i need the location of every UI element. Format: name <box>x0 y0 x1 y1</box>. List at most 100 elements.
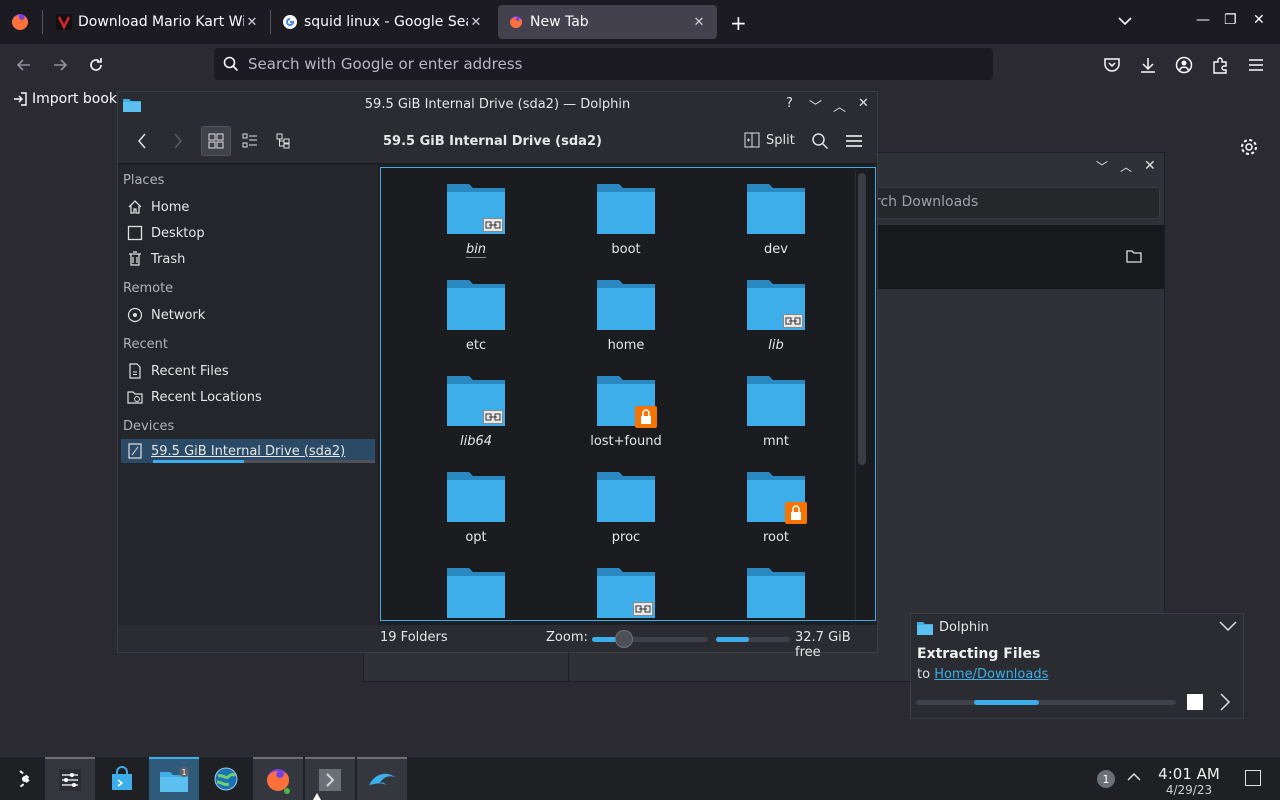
places-item-recent-locations[interactable]: Recent Locations <box>127 385 372 409</box>
places-item-internal-drive[interactable]: 59.5 GiB Internal Drive (sda2) <box>121 439 375 463</box>
tab-new-tab[interactable]: New Tab ✕ <box>498 5 717 39</box>
details-view-button[interactable] <box>269 126 299 156</box>
home-icon <box>128 200 142 214</box>
icons-view-button[interactable] <box>201 126 231 156</box>
folder-item[interactable]: root <box>701 470 851 566</box>
minimize-icon[interactable]: — <box>1196 12 1210 28</box>
list-all-tabs-icon[interactable] <box>1116 12 1134 30</box>
close-tab-icon[interactable]: ✕ <box>468 15 484 30</box>
folder-graphic <box>597 566 655 618</box>
chevron-down-icon[interactable]: ﹀ <box>1096 158 1108 175</box>
taskbar-system-settings[interactable] <box>45 757 95 800</box>
forward-arrow-icon[interactable] <box>50 55 70 75</box>
folder-item[interactable] <box>551 566 701 620</box>
folder-name: lost+found <box>590 434 662 449</box>
app-launcher-button[interactable] <box>0 757 50 800</box>
notification-count-badge[interactable]: 1 <box>1097 770 1115 788</box>
notification-destination: to Home/Downloads <box>917 667 1048 682</box>
taskbar-dolphin-emulator[interactable] <box>357 757 407 800</box>
new-tab-plus-icon[interactable]: + <box>730 11 747 35</box>
chevron-down-icon[interactable] <box>1219 620 1237 632</box>
folder-name: lib <box>768 338 784 353</box>
taskbar-firefox[interactable] <box>253 757 303 800</box>
folder-view[interactable]: bin boot dev etc home lib lib64 lost+found mnt op… <box>380 167 876 621</box>
hamburger-menu-icon[interactable] <box>1246 55 1266 75</box>
back-arrow-icon[interactable] <box>14 55 34 75</box>
places-item-network[interactable]: Network <box>127 303 372 327</box>
taskbar-dolphin[interactable]: 1 <box>149 757 199 800</box>
firefox-icon[interactable] <box>8 10 32 34</box>
scrollbar-thumb[interactable] <box>858 173 866 465</box>
zoom-slider[interactable] <box>592 630 708 648</box>
account-icon[interactable] <box>1174 55 1194 75</box>
help-icon[interactable]: ? <box>786 96 793 111</box>
pocket-icon[interactable] <box>1102 55 1122 75</box>
reload-icon[interactable] <box>86 55 106 75</box>
url-bar[interactable]: Search with Google or enter address <box>214 48 993 80</box>
drive-icon <box>128 443 142 459</box>
close-tab-icon[interactable]: ✕ <box>691 15 707 30</box>
folder-item[interactable]: home <box>551 278 701 374</box>
split-button[interactable]: Split <box>744 132 795 148</box>
compact-view-button[interactable] <box>235 126 265 156</box>
clock[interactable]: 4:01 AM 4/29/23 <box>1150 765 1228 797</box>
folder-graphic <box>747 182 805 234</box>
folder-item[interactable]: bin <box>401 182 551 278</box>
folder-item[interactable]: lib64 <box>401 374 551 470</box>
taskbar-steam[interactable] <box>201 757 251 800</box>
search-icon[interactable] <box>811 132 829 150</box>
folder-outline-icon[interactable] <box>1126 249 1142 263</box>
folder-grid: bin boot dev etc home lib lib64 lost+found mnt op… <box>401 182 851 620</box>
places-item-recent-files[interactable]: Recent Files <box>127 359 372 383</box>
forward-button[interactable] <box>162 126 192 156</box>
import-bookmarks-button[interactable]: Import bookm <box>12 91 131 107</box>
window-close-icon[interactable]: ✕ <box>858 96 869 111</box>
folder-graphic <box>597 470 655 522</box>
folder-graphic <box>747 470 807 524</box>
extensions-icon[interactable] <box>1210 55 1230 75</box>
folder-item[interactable] <box>701 566 851 620</box>
chevron-right-icon[interactable] <box>1219 692 1231 712</box>
close-tab-icon[interactable]: ✕ <box>244 15 260 30</box>
folder-graphic <box>447 566 505 618</box>
maximize-chevron-icon[interactable]: ︿ <box>833 96 846 115</box>
places-item-trash[interactable]: Trash <box>127 247 372 271</box>
folder-item[interactable]: lost+found <box>551 374 701 470</box>
search-icon <box>223 56 239 72</box>
breadcrumb[interactable]: 59.5 GiB Internal Drive (sda2) <box>383 134 602 149</box>
gear-icon[interactable] <box>1239 137 1259 157</box>
folder-item[interactable]: proc <box>551 470 701 566</box>
folder-item[interactable]: etc <box>401 278 551 374</box>
folder-item[interactable] <box>401 566 551 620</box>
downloads-search-input[interactable]: rch Downloads <box>874 187 1160 219</box>
places-section-header: Remote <box>123 281 174 296</box>
chevron-up-icon[interactable]: ︿ <box>1120 158 1132 175</box>
window-close-icon[interactable]: ✕ <box>1253 12 1265 28</box>
places-item-desktop[interactable]: Desktop <box>127 221 372 245</box>
folder-item[interactable]: dev <box>701 182 851 278</box>
folder-graphic <box>747 566 805 618</box>
minimize-chevron-icon[interactable]: ﹀ <box>809 96 822 115</box>
icons-view-icon <box>208 133 224 149</box>
back-button[interactable] <box>128 126 158 156</box>
folder-item[interactable]: boot <box>551 182 701 278</box>
stop-button[interactable] <box>1187 694 1203 710</box>
places-item-home[interactable]: Home <box>127 195 372 219</box>
folder-name: proc <box>611 530 641 545</box>
folder-item[interactable]: lib <box>701 278 851 374</box>
places-item-label: Recent Locations <box>151 389 262 405</box>
folder-item[interactable]: opt <box>401 470 551 566</box>
show-desktop-icon[interactable] <box>1245 770 1261 786</box>
downloads-icon[interactable] <box>1138 55 1158 75</box>
tab-squid-linux[interactable]: squid linux - Google Search ✕ <box>272 5 494 39</box>
chevron-up-icon[interactable] <box>1126 769 1142 785</box>
notification-app-name: Dolphin <box>939 620 989 635</box>
zoom-slider-handle[interactable] <box>615 630 634 648</box>
notification-destination-link[interactable]: Home/Downloads <box>934 667 1048 682</box>
tab-mario-kart[interactable]: Download Mario Kart Wii ✕ <box>46 5 270 39</box>
hamburger-menu-icon[interactable] <box>845 132 863 150</box>
close-icon[interactable]: ✕ <box>1144 158 1156 174</box>
taskbar-discover[interactable] <box>97 757 147 800</box>
folder-item[interactable]: mnt <box>701 374 851 470</box>
restore-icon[interactable]: ❐ <box>1224 12 1237 28</box>
